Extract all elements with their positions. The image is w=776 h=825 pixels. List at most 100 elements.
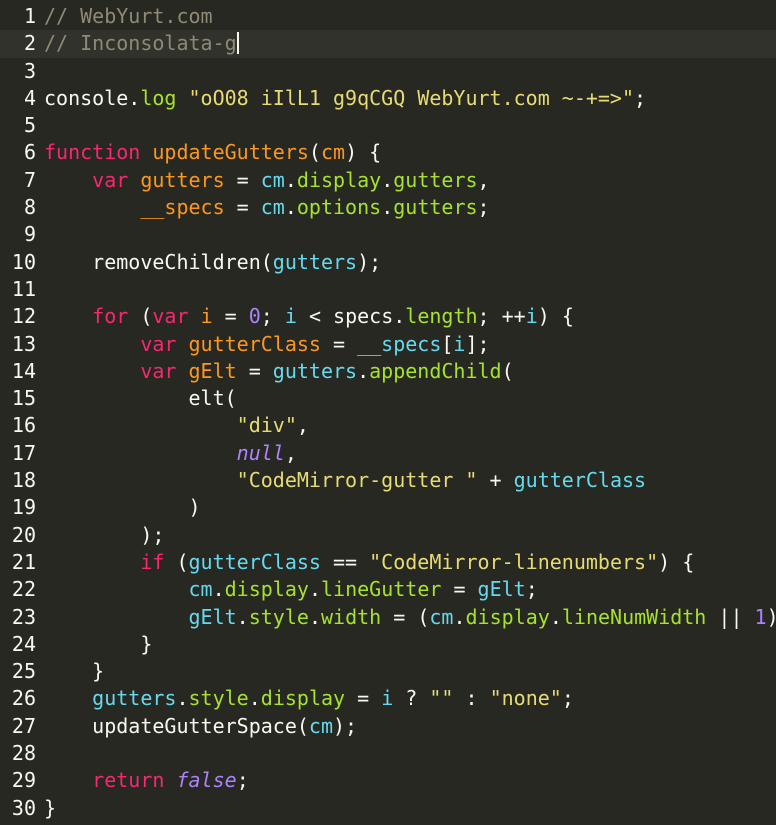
line-content[interactable] [36, 740, 776, 767]
code-line[interactable]: 28 [0, 740, 776, 767]
code-line[interactable]: 20 ); [0, 522, 776, 549]
code-line[interactable]: 5 [0, 112, 776, 139]
code-line[interactable]: 3 [0, 58, 776, 85]
line-content[interactable]: return false; [36, 767, 776, 794]
line-content[interactable]: } [36, 795, 776, 822]
line-content[interactable]: removeChildren(gutters); [36, 249, 776, 276]
line-content[interactable]: function updateGutters(cm) { [36, 139, 776, 166]
line-content[interactable]: for (var i = 0; i < specs.length; ++i) { [36, 303, 776, 330]
code-token: , [296, 413, 309, 438]
code-token: i [284, 304, 297, 329]
code-token: var [152, 304, 189, 329]
code-token: style [248, 604, 309, 629]
code-line[interactable]: 8 __specs = cm.options.gutters; [0, 194, 776, 221]
code-line[interactable]: 25 } [0, 658, 776, 685]
line-content[interactable]: if (gutterClass == "CodeMirror-linenumbe… [36, 549, 776, 576]
code-token: "" [429, 686, 454, 711]
code-token: . [381, 195, 394, 220]
code-token: // WebYurt.com [44, 4, 213, 28]
line-content[interactable]: // Inconsolata-g [36, 30, 776, 57]
line-content[interactable]: // WebYurt.com [36, 3, 776, 30]
code-token: ); [333, 713, 358, 738]
code-line[interactable]: 4 console.log "oO08 iIlL1 g9qCGQ WebYurt.… [0, 85, 776, 112]
code-line[interactable]: 30} [0, 795, 776, 822]
code-token: display [260, 686, 346, 711]
code-token: "none" [489, 686, 562, 711]
line-number: 27 [11, 713, 36, 738]
code-token: "div" [236, 413, 297, 438]
line-content[interactable]: var gutterClass = __specs[i]; [36, 331, 776, 358]
line-content[interactable]: } [36, 658, 776, 685]
code-editor[interactable]: 1// WebYurt.com 2// Inconsolata-g 3 4 consol… [0, 0, 776, 825]
code-token: for [92, 304, 129, 329]
code-line[interactable]: 7 var gutters = cm.display.gutters, [0, 167, 776, 194]
line-content[interactable] [36, 221, 776, 248]
code-line[interactable]: 6 function updateGutters(cm) { [0, 139, 776, 166]
code-token: } [44, 659, 105, 684]
code-line[interactable]: 10 removeChildren(gutters); [0, 249, 776, 276]
code-line[interactable]: 15 elt( [0, 385, 776, 412]
line-content[interactable]: ) [36, 494, 776, 521]
code-token: lineNumWidth [561, 604, 707, 629]
code-line[interactable]: 1 // WebYurt.com [0, 3, 776, 30]
code-token: updateGutters [152, 140, 309, 165]
code-line[interactable]: 16 "div", [0, 412, 776, 439]
code-token: cm [308, 713, 333, 738]
line-number: 21 [11, 549, 36, 574]
line-content[interactable] [36, 276, 776, 303]
code-token: = [345, 686, 382, 711]
code-line[interactable]: 22 cm.display.lineGutter = gElt; [0, 576, 776, 603]
line-content[interactable]: null, [36, 440, 776, 467]
code-line[interactable]: 27 updateGutterSpace(cm); [0, 713, 776, 740]
code-line[interactable]: 29 return false; [0, 767, 776, 794]
code-line[interactable]: 19 ) [0, 494, 776, 521]
code-line[interactable]: 26 gutters.style.display = i ? "" : "non… [0, 685, 776, 712]
code-token: ) [44, 495, 201, 520]
code-token: "CodeMirror-gutter " [236, 468, 478, 493]
code-token: ); [357, 249, 382, 274]
line-content[interactable]: cm.display.lineGutter = gElt; [36, 576, 776, 603]
line-number: 28 [11, 741, 36, 766]
line-number: 22 [11, 577, 36, 602]
code-line[interactable]: 17 null, [0, 440, 776, 467]
code-token: ]; [465, 331, 490, 356]
line-content[interactable] [36, 112, 776, 139]
code-token: ( [164, 549, 189, 574]
line-number: 19 [11, 495, 36, 520]
code-line[interactable]: 24 } [0, 631, 776, 658]
line-content[interactable]: console.log "oO08 iIlL1 g9qCGQ WebYurt.c… [36, 85, 776, 112]
line-number: 6 [23, 140, 36, 165]
line-number: 10 [11, 249, 36, 274]
code-line[interactable]: 12 for (var i = 0; i < specs.length; ++i… [0, 303, 776, 330]
code-token: gutters [92, 686, 177, 711]
code-line[interactable]: 13 var gutterClass = __specs[i]; [0, 331, 776, 358]
line-content[interactable] [36, 58, 776, 85]
line-content[interactable]: gElt.style.width = (cm.display.lineNumWi… [36, 604, 776, 631]
line-content[interactable]: updateGutterSpace(cm); [36, 713, 776, 740]
line-content[interactable]: "CodeMirror-gutter " + gutterClass [36, 467, 776, 494]
code-token: cm [260, 167, 285, 192]
line-number: 18 [11, 468, 36, 493]
code-line[interactable]: 9 [0, 221, 776, 248]
code-line[interactable]: 23 gElt.style.width = (cm.display.lineNu… [0, 604, 776, 631]
line-content[interactable]: elt( [36, 385, 776, 412]
code-line[interactable]: 11 [0, 276, 776, 303]
line-content[interactable]: } [36, 631, 776, 658]
code-line[interactable]: 21 if (gutterClass == "CodeMirror-linenu… [0, 549, 776, 576]
code-line[interactable]: 18 "CodeMirror-gutter " + gutterClass [0, 467, 776, 494]
code-token: ; [525, 577, 538, 602]
code-token: elt( [44, 386, 237, 411]
line-content[interactable]: ); [36, 522, 776, 549]
line-content[interactable]: "div", [36, 412, 776, 439]
code-line[interactable]: 14 var gElt = gutters.appendChild( [0, 358, 776, 385]
line-content[interactable]: var gutters = cm.display.gutters, [36, 167, 776, 194]
line-content[interactable]: var gElt = gutters.appendChild( [36, 358, 776, 385]
code-line[interactable]: 2 // Inconsolata-g [0, 30, 776, 58]
code-token: display [465, 604, 550, 629]
line-content[interactable]: gutters.style.display = i ? "" : "none"; [36, 685, 776, 712]
line-content[interactable]: __specs = cm.options.gutters; [36, 194, 776, 221]
code-token: , [284, 440, 297, 465]
